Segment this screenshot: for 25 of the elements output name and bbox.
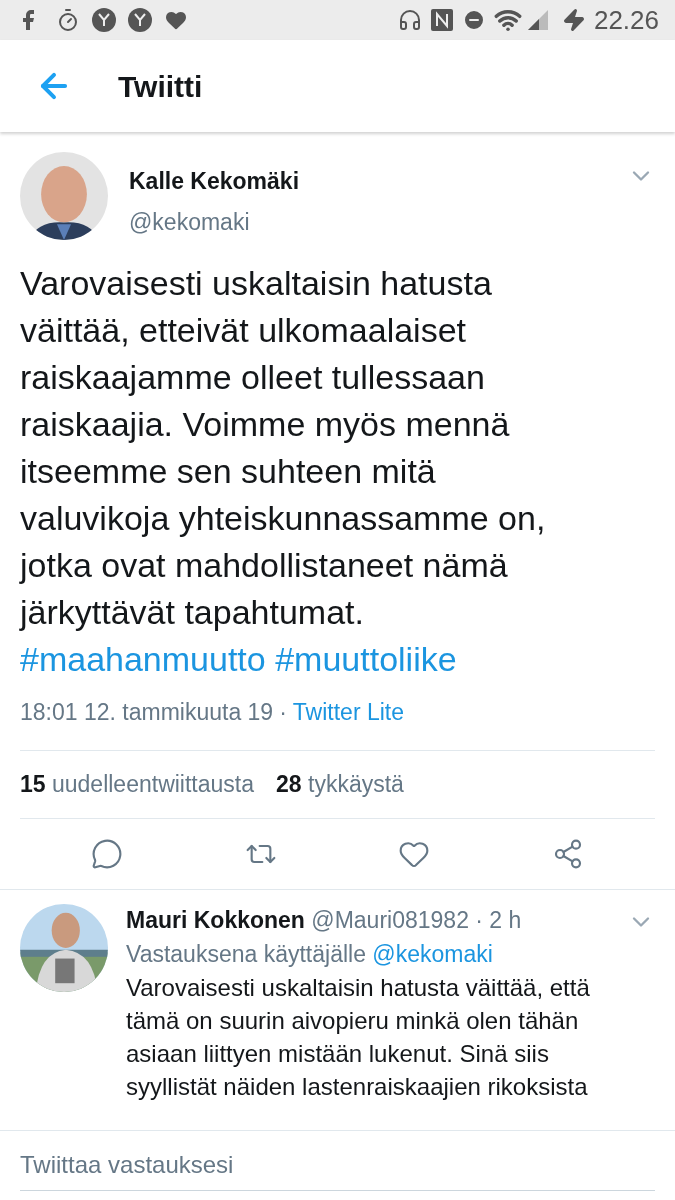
app-icon (128, 8, 152, 32)
hashtag-link[interactable]: #maahanmuutto (20, 640, 266, 678)
reply-author-name: Mauri Kokkonen (126, 906, 305, 933)
author-handle: @kekomaki (129, 207, 251, 237)
page-title: Twiitti (118, 68, 203, 105)
charging-icon (561, 8, 586, 32)
reply-author-handle: @Mauri081982 (311, 906, 469, 933)
app-icon (92, 8, 116, 32)
stat-count[interactable]: 28 tykkäystä (276, 766, 404, 802)
source-link[interactable]: Twitter Lite (292, 695, 405, 730)
tweet-text: Varovaisesti uskaltaisin hatusta väittää, etteivät ulkomaalaiset raiskaajamme olleet tullessaan raiskaajia. Voimme myös mennä itseemme sen suhteen mitä valuvikoja yhteiskunnassamme on, jotka ovat mahdollistaneet nämä järkyttävät tapahtumat. #maahanmuutto #muuttoliike (20, 263, 547, 680)
mention-link[interactable]: @kekomaki (372, 940, 493, 967)
reply-text: Varovaisesti uskaltaisin hatusta väittää, että tämä on suurin aivopieru minkä olen tähän asiaan liittyen mistään lukenut. Sinä siis syyllistät näiden lastenraiskaajien rikoksista (126, 972, 591, 1102)
timestamp: 18:01 12. tammikuuta 19 (20, 698, 274, 727)
stat-count[interactable]: 15 uudelleentwiittausta (20, 766, 254, 802)
nfc-icon (429, 8, 454, 32)
hashtag-link[interactable]: #muuttoliike (275, 640, 457, 678)
headphones-icon (397, 8, 422, 32)
clock-time: 22.26 (593, 3, 659, 37)
reply-context: Vastauksena käyttäjälle (126, 940, 366, 967)
reply-icon (90, 837, 123, 870)
timer-icon (56, 8, 80, 32)
author-name: Kalle Kekomäki (129, 167, 300, 196)
separator: · (279, 698, 287, 727)
reply-time: · 2 h (475, 906, 522, 933)
